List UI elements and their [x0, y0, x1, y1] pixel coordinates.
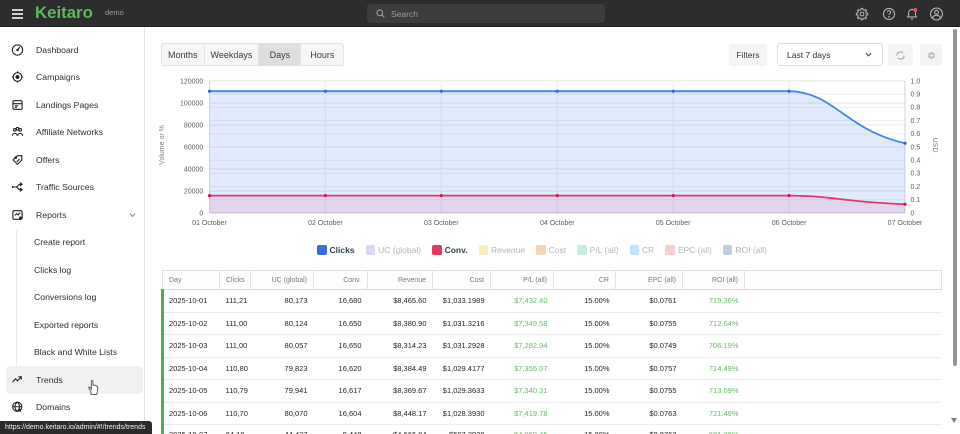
svg-text:0: 0 — [911, 210, 915, 217]
svg-text:0.6: 0.6 — [911, 131, 921, 138]
svg-text:0.1: 0.1 — [911, 197, 921, 204]
svg-text:120000: 120000 — [180, 78, 203, 85]
svg-text:01 October: 01 October — [192, 220, 227, 227]
svg-text:60000: 60000 — [184, 144, 204, 151]
svg-text:1.0: 1.0 — [911, 78, 921, 85]
svg-text:04 October: 04 October — [540, 220, 575, 227]
svg-text:0.3: 0.3 — [911, 171, 921, 178]
svg-text:0.5: 0.5 — [911, 144, 921, 151]
svg-text:20000: 20000 — [184, 188, 204, 195]
svg-text:03 October: 03 October — [424, 220, 459, 227]
svg-text:06 October: 06 October — [772, 220, 807, 227]
svg-text:05 October: 05 October — [656, 220, 691, 227]
svg-text:Volume or %: Volume or % — [159, 125, 166, 165]
svg-text:80000: 80000 — [184, 122, 204, 129]
svg-text:0.7: 0.7 — [911, 118, 921, 125]
svg-text:07 October: 07 October — [888, 220, 923, 227]
svg-text:0.4: 0.4 — [911, 158, 921, 165]
svg-text:02 October: 02 October — [308, 220, 343, 227]
svg-text:0: 0 — [199, 210, 203, 217]
svg-text:0.2: 0.2 — [911, 184, 921, 191]
svg-text:0.9: 0.9 — [911, 92, 921, 99]
svg-text:0.8: 0.8 — [911, 105, 921, 112]
svg-text:40000: 40000 — [184, 166, 204, 173]
svg-text:USD: USD — [931, 138, 938, 153]
svg-text:100000: 100000 — [180, 100, 203, 107]
